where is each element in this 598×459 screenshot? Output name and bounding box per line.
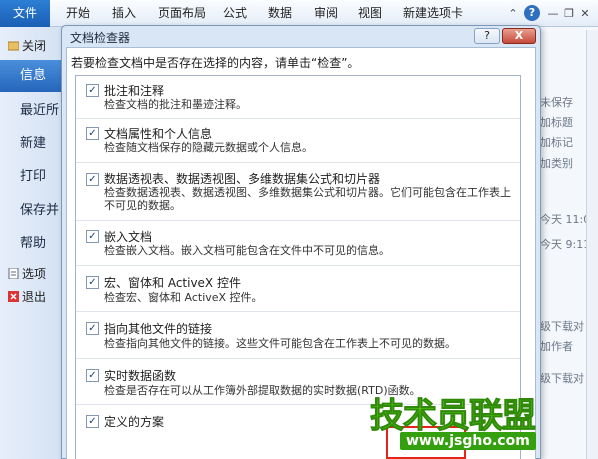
inspect-item-title: 指向其他文件的链接 bbox=[104, 322, 213, 336]
bg-text-add-title: 加标题 bbox=[540, 116, 573, 129]
nav-close[interactable]: 关闭 bbox=[0, 35, 62, 57]
nav-close-label: 关闭 bbox=[22, 39, 47, 53]
dialog-instruction: 若要检查文档中是否存在选择的内容，请单击“检查”。 bbox=[71, 56, 360, 70]
inspect-item-macros: ✓ 宏、窗体和 ActiveX 控件 检查宏、窗体和 ActiveX 控件。 bbox=[76, 266, 520, 312]
inspect-item-title: 批注和注释 bbox=[104, 84, 165, 98]
background-scrollbar[interactable] bbox=[586, 30, 598, 459]
inspect-item-desc: 检查文档的批注和墨迹注释。 bbox=[104, 98, 247, 111]
inspect-item-title: 定义的方案 bbox=[104, 415, 165, 429]
backstage-nav: 关闭 信息 最近所 新建 打印 保存并 帮助 选项 退出 bbox=[0, 27, 62, 459]
nav-new[interactable]: 新建 bbox=[0, 128, 62, 160]
watermark-brand: 技术员联盟 bbox=[370, 396, 537, 437]
inspect-item-desc: 检查宏、窗体和 ActiveX 控件。 bbox=[104, 291, 263, 304]
inspect-item-title: 宏、窗体和 ActiveX 控件 bbox=[104, 276, 241, 290]
inspect-item-title: 实时数据函数 bbox=[104, 369, 177, 383]
tab-data[interactable]: 数据 bbox=[268, 0, 292, 27]
help-icon[interactable]: ? bbox=[524, 5, 540, 21]
bg-text-advanced-2: 级下载对 bbox=[540, 372, 584, 385]
bg-text-advanced-1: 级下载对 bbox=[540, 320, 584, 333]
inspect-checkbox[interactable]: ✓ bbox=[86, 127, 99, 140]
inspect-item-desc: 检查指向其他文件的链接。这些文件可能包含在工作表上不可见的数据。 bbox=[104, 337, 456, 350]
inspect-item-desc: 检查嵌入文档。嵌入文档可能包含在文件中不可见的信息。 bbox=[104, 244, 390, 257]
window-close-icon[interactable]: ✕ bbox=[578, 7, 592, 21]
minimize-ribbon-icon[interactable]: ⌃ bbox=[506, 7, 520, 21]
inspect-checkbox[interactable]: ✓ bbox=[86, 173, 99, 186]
exit-icon bbox=[8, 291, 19, 302]
watermark-url: www.jsgho.com bbox=[400, 432, 536, 450]
dialog-title: 文档检查器 bbox=[70, 31, 131, 45]
inspect-item-desc: 检查随文档保存的隐藏元数据或个人信息。 bbox=[104, 141, 313, 154]
inspect-item-links: ✓ 指向其他文件的链接 检查指向其他文件的链接。这些文件可能包含在工作表上不可见… bbox=[76, 312, 520, 359]
tab-file[interactable]: 文件 bbox=[0, 0, 50, 27]
inspect-checkbox[interactable]: ✓ bbox=[86, 84, 99, 97]
options-icon bbox=[8, 268, 19, 279]
bg-text-add-tag: 加标记 bbox=[540, 136, 573, 149]
nav-recent[interactable]: 最近所 bbox=[0, 95, 62, 127]
inspect-item-title: 嵌入文档 bbox=[104, 230, 153, 244]
nav-options[interactable]: 选项 bbox=[0, 263, 62, 285]
inspect-checkbox[interactable]: ✓ bbox=[86, 230, 99, 243]
tab-formulas[interactable]: 公式 bbox=[223, 0, 247, 27]
inspect-item-desc: 检查数据透视表、数据透视图、多维数据集公式和切片器。它们可能包含在工作表上不可见… bbox=[104, 186, 511, 212]
nav-save-send[interactable]: 保存并 bbox=[0, 195, 62, 227]
inspect-item-title: 文档属性和个人信息 bbox=[104, 127, 213, 141]
ribbon-bar: 文件 开始 插入 页面布局 公式 数据 审阅 视图 新建选项卡 ⌃ ? — ❐ … bbox=[0, 0, 598, 27]
dialog-close-button[interactable]: X bbox=[502, 28, 536, 44]
inspect-item-comments: ✓ 批注和注释 检查文档的批注和墨迹注释。 bbox=[76, 76, 520, 119]
nav-options-label: 选项 bbox=[22, 267, 47, 281]
folder-icon bbox=[8, 41, 19, 51]
bg-text-time-1: 今天 11:0 bbox=[540, 213, 591, 226]
nav-print[interactable]: 打印 bbox=[0, 161, 62, 193]
bg-text-add-category: 加类别 bbox=[540, 157, 573, 170]
inspect-checkbox[interactable]: ✓ bbox=[86, 276, 99, 289]
tab-page-layout[interactable]: 页面布局 bbox=[158, 0, 206, 27]
nav-exit[interactable]: 退出 bbox=[0, 286, 62, 308]
inspect-item-pivot: ✓ 数据透视表、数据透视图、多维数据集公式和切片器 检查数据透视表、数据透视图、… bbox=[76, 163, 520, 221]
nav-info[interactable]: 信息 bbox=[0, 60, 62, 92]
dialog-help-button[interactable]: ? bbox=[474, 28, 500, 44]
bg-text-time-2: 今天 9:11 bbox=[540, 238, 591, 251]
nav-help[interactable]: 帮助 bbox=[0, 228, 62, 260]
inspect-item-embedded: ✓ 嵌入文档 检查嵌入文档。嵌入文档可能包含在文件中不可见的信息。 bbox=[76, 221, 520, 266]
tab-view[interactable]: 视图 bbox=[358, 0, 382, 27]
tab-review[interactable]: 审阅 bbox=[314, 0, 338, 27]
bg-text-add-author: 加作者 bbox=[540, 340, 573, 353]
window-restore-icon[interactable]: ❐ bbox=[562, 7, 576, 21]
tab-new-tab[interactable]: 新建选项卡 bbox=[403, 0, 463, 27]
tab-insert[interactable]: 插入 bbox=[112, 0, 136, 27]
nav-exit-label: 退出 bbox=[22, 290, 47, 304]
window-minimize-icon[interactable]: — bbox=[546, 7, 560, 21]
inspect-item-properties: ✓ 文档属性和个人信息 检查随文档保存的隐藏元数据或个人信息。 bbox=[76, 119, 520, 163]
inspect-checkbox[interactable]: ✓ bbox=[86, 322, 99, 335]
bg-text-unsaved: 未保存 bbox=[540, 96, 573, 109]
inspect-item-title: 数据透视表、数据透视图、多维数据集公式和切片器 bbox=[104, 172, 381, 186]
inspect-checkbox[interactable]: ✓ bbox=[86, 415, 99, 428]
tab-home[interactable]: 开始 bbox=[66, 0, 90, 27]
inspect-checkbox[interactable]: ✓ bbox=[86, 369, 99, 382]
